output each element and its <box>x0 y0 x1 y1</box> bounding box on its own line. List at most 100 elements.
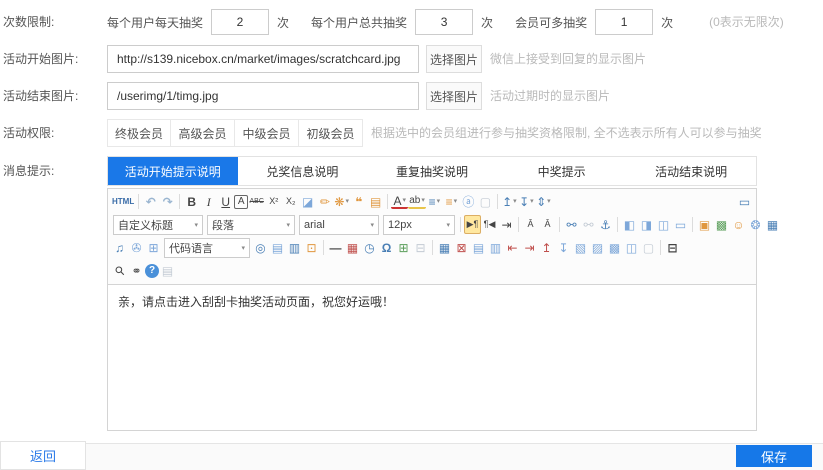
delete-row-icon[interactable]: ▧ <box>572 238 589 257</box>
link-icon[interactable]: ⚯ <box>563 215 580 234</box>
highlight-color-icon[interactable]: ab▾ <box>408 194 426 209</box>
message-tab[interactable]: 活动结束说明 <box>626 157 756 185</box>
first-indent-icon[interactable]: ⇥ <box>498 215 515 234</box>
message-tab[interactable]: 活动开始提示说明 <box>108 157 238 185</box>
toolbar-separator <box>518 217 519 232</box>
merge-cells-icon[interactable]: ▥ <box>487 238 504 257</box>
font-size-select[interactable]: 12px▾ <box>383 215 455 235</box>
print-icon[interactable]: ⊟ <box>664 238 681 257</box>
snapscreen-icon[interactable]: ⊡ <box>303 238 320 257</box>
subscript-icon[interactable]: X₂ <box>282 192 299 211</box>
image-center-icon[interactable]: ◫ <box>655 215 672 234</box>
border-icon[interactable]: A <box>234 195 248 209</box>
underline-icon[interactable]: U <box>217 192 234 211</box>
insert-row-below-icon[interactable]: ↧ <box>555 238 572 257</box>
help-icon[interactable]: ? <box>145 264 159 278</box>
strikethrough-icon[interactable]: ABC <box>248 192 265 211</box>
bottom-align-icon[interactable]: ↧▾ <box>518 192 535 211</box>
delete-table-icon[interactable]: ⊠ <box>453 238 470 257</box>
end-image-input[interactable] <box>107 82 419 110</box>
time-icon[interactable]: ◷ <box>361 238 378 257</box>
per-day-input[interactable] <box>211 9 269 35</box>
fullscreen-icon[interactable]: ▭ <box>736 192 753 211</box>
remove-format-icon[interactable]: ◪ <box>299 192 316 211</box>
message-tab[interactable]: 兑奖信息说明 <box>238 157 368 185</box>
insert-row-above-icon[interactable]: ↥ <box>538 238 555 257</box>
total-input[interactable] <box>415 9 473 35</box>
insert-iframe-icon[interactable]: ▥ <box>286 238 303 257</box>
uppercase-icon[interactable]: Â <box>522 215 539 234</box>
unlink-icon[interactable]: ⚯ <box>580 215 597 234</box>
start-image-hint: 微信上接受到回复的显示图片 <box>490 45 646 73</box>
toolbar-separator <box>617 217 618 232</box>
redo-icon[interactable]: ↷ <box>159 192 176 211</box>
save-button[interactable]: 保存 <box>736 445 812 467</box>
image-right-icon[interactable]: ◨ <box>638 215 655 234</box>
scrawl-icon[interactable]: ❂ <box>747 215 764 234</box>
start-image-input[interactable] <box>107 45 419 73</box>
lowercase-icon[interactable]: Ǎ <box>539 215 556 234</box>
ltr-icon[interactable]: ▶¶ <box>464 215 481 234</box>
member-option[interactable]: 高级会员 <box>171 119 235 147</box>
member-option[interactable]: 中级会员 <box>235 119 299 147</box>
insert-table-icon[interactable]: ▦ <box>436 238 453 257</box>
music-icon[interactable]: ♫ <box>111 238 128 257</box>
font-family-select[interactable]: arial▾ <box>299 215 379 235</box>
code-language-select[interactable]: 代码语言▾ <box>164 238 250 258</box>
blockquote-icon[interactable]: ❝ <box>350 192 367 211</box>
paste-text-icon[interactable]: ▤ <box>367 192 384 211</box>
table-bg-icon[interactable]: ◫ <box>623 238 640 257</box>
delete-col-icon[interactable]: ▨ <box>589 238 606 257</box>
font-color-icon[interactable]: A▾ <box>391 194 408 209</box>
special-char-icon[interactable]: Ω <box>378 238 395 257</box>
split-cells-icon[interactable]: ▩ <box>606 238 623 257</box>
image-left-icon[interactable]: ◧ <box>621 215 638 234</box>
line-height-icon[interactable]: ⇕▾ <box>535 192 552 211</box>
end-image-pick-button[interactable]: 选择图片 <box>426 82 482 110</box>
image-block-icon[interactable]: ▭ <box>672 215 689 234</box>
word-image-icon[interactable]: ⊞ <box>395 238 412 257</box>
insert-col-right-icon[interactable]: ⇥ <box>521 238 538 257</box>
ordered-list-icon[interactable]: ≡▾ <box>426 192 443 211</box>
insert-image-icon[interactable]: ▣ <box>696 215 713 234</box>
back-button[interactable]: 返回 <box>0 441 86 470</box>
rtl-icon[interactable]: ¶◀ <box>481 215 498 234</box>
unordered-list-icon[interactable]: ≡▾ <box>443 192 460 211</box>
member-extra-input[interactable] <box>595 9 653 35</box>
start-image-pick-button[interactable]: 选择图片 <box>426 45 482 73</box>
source-html-icon[interactable]: HTML <box>111 192 135 211</box>
formula-icon[interactable]: ⊟ <box>412 238 429 257</box>
limit-row: 次数限制: 每个用户每天抽奖 次 每个用户总共抽奖 次 会员可多抽奖 次 (0表… <box>0 8 823 36</box>
member-option[interactable]: 初级会员 <box>299 119 363 147</box>
date-icon[interactable]: ▦ <box>344 238 361 257</box>
italic-icon[interactable]: I <box>200 192 217 211</box>
paragraph-select[interactable]: 段落▾ <box>207 215 295 235</box>
paste-icon[interactable]: ▤ <box>159 261 176 280</box>
message-tab[interactable]: 重复抽奖说明 <box>367 157 497 185</box>
background-icon[interactable]: ▢ <box>640 238 657 257</box>
member-option[interactable]: 终极会员 <box>107 119 171 147</box>
superscript-icon[interactable]: X² <box>265 192 282 211</box>
map-icon[interactable]: ◎ <box>252 238 269 257</box>
insert-col-left-icon[interactable]: ⇤ <box>504 238 521 257</box>
image-manager-icon[interactable]: ▩ <box>713 215 730 234</box>
editor-content[interactable]: 亲，请点击进入刮刮卡抽奖活动页面，祝您好运哦！ <box>108 285 756 433</box>
anchor-inline-icon[interactable]: ⓐ <box>460 192 477 211</box>
new-doc-icon[interactable]: ▢ <box>477 192 494 211</box>
undo-icon[interactable]: ↶ <box>142 192 159 211</box>
anchor-icon[interactable]: ⚓ <box>597 215 614 234</box>
format-painter-icon[interactable]: ✏ <box>316 192 333 211</box>
message-label: 消息提示: <box>0 157 107 185</box>
pagebreak-icon[interactable]: ▤ <box>269 238 286 257</box>
emotion-icon[interactable]: ☺ <box>730 215 747 234</box>
insert-template-icon[interactable]: ⊞ <box>145 238 162 257</box>
attachment-icon[interactable]: ✇ <box>128 238 145 257</box>
message-tab[interactable]: 中奖提示 <box>497 157 627 185</box>
top-align-icon[interactable]: ↥▾ <box>501 192 518 211</box>
hr-icon[interactable]: — <box>327 238 344 257</box>
bold-icon[interactable]: B <box>183 192 200 211</box>
table-title-icon[interactable]: ▤ <box>470 238 487 257</box>
insert-video-icon[interactable]: ▦ <box>764 215 781 234</box>
custom-title-select[interactable]: 自定义标题▾ <box>113 215 203 235</box>
auto-typeset-icon[interactable]: ❋▾ <box>333 192 350 211</box>
